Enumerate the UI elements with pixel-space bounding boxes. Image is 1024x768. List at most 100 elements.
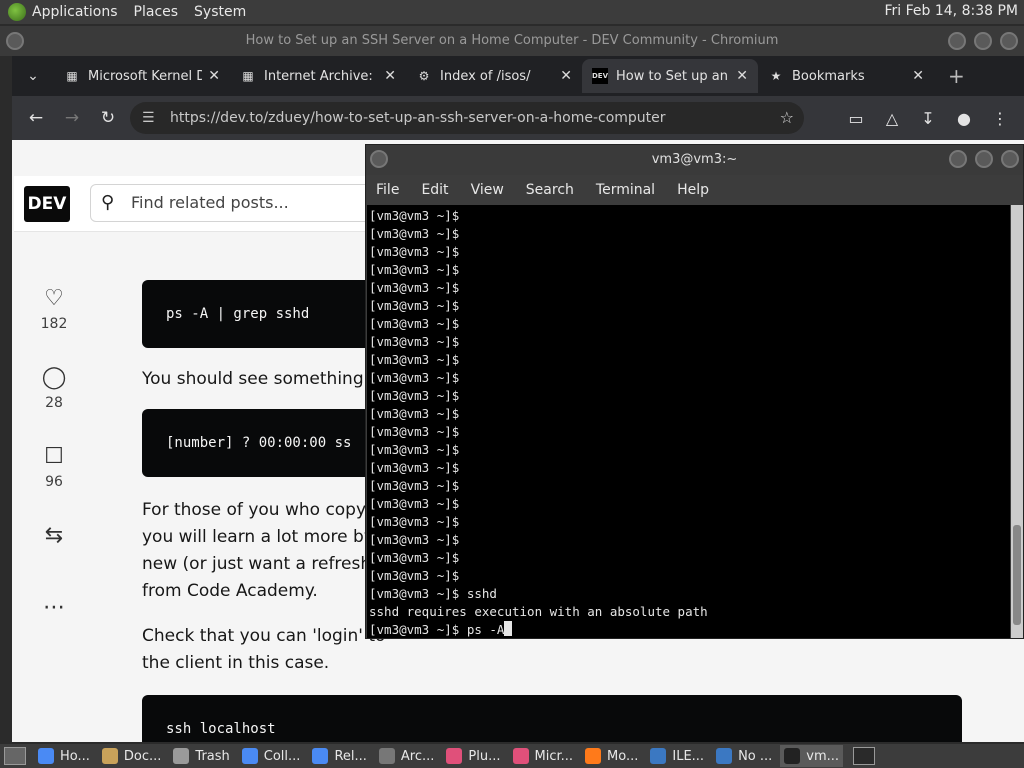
close-tab-icon[interactable]: ✕: [208, 68, 220, 84]
bottom-taskbar: Ho... Doc... Trash Coll... Rel... Arc... Plu..…: [0, 744, 1024, 768]
distro-logo-icon[interactable]: [8, 3, 26, 21]
more-actions-button[interactable]: ⋯: [34, 595, 74, 674]
bookmark-icon: ☐: [44, 444, 64, 469]
app-icon: [512, 748, 529, 764]
taskbar-item[interactable]: ILE...: [646, 745, 708, 767]
terminal-line: [vm3@vm3 ~]$: [369, 208, 460, 223]
taskbar-item-label: Doc...: [123, 748, 162, 764]
close-tab-icon[interactable]: ✕: [736, 68, 748, 84]
terminal-output[interactable]: [vm3@vm3 ~]$ [vm3@vm3 ~]$ [vm3@vm3 ~]$ [vm3…: [367, 205, 1010, 638]
code-block: ssh localhost: [142, 695, 962, 742]
terminal-line: [vm3@vm3 ~]$: [369, 280, 460, 295]
taskbar-item-label: Coll...: [263, 748, 301, 764]
system-menu[interactable]: System: [194, 4, 246, 20]
top-panel: Applications Places System Fri Feb 14, 8…: [0, 0, 1024, 24]
taskbar-item[interactable]: Trash: [169, 745, 233, 767]
taskbar-item[interactable]: No ...: [712, 745, 776, 767]
tab-how-to-set-up[interactable]: DEV How to Set up an ✕: [582, 59, 758, 93]
terminal-line: [vm3@vm3 ~]$: [369, 478, 460, 493]
tab-label: How to Set up an: [616, 68, 728, 84]
places-menu[interactable]: Places: [134, 4, 179, 20]
terminal-title: vm3@vm3:~: [651, 152, 738, 167]
taskbar-item-label: ILE...: [672, 748, 705, 764]
terminal-line: [vm3@vm3 ~]$: [369, 568, 460, 583]
tab-bookmarks[interactable]: ★ Bookmarks ✕: [758, 59, 934, 93]
tab-index-isos[interactable]: ⚙ Index of /isos/ ✕: [406, 59, 582, 93]
terminal-minimize-button[interactable]: [949, 150, 967, 168]
terminal-menu-button[interactable]: [370, 150, 388, 168]
archive-icon: ▦: [242, 69, 254, 83]
app-icon: [378, 748, 395, 764]
browser-toolbar: ← → ↻ ☰ https://dev.to/zduey/how-to-set-…: [12, 96, 1024, 140]
app-icon: [650, 748, 667, 764]
labs-flask-icon[interactable]: △: [874, 109, 910, 128]
bookmark-star-icon[interactable]: ☆: [780, 102, 794, 134]
terminal-maximize-button[interactable]: [975, 150, 993, 168]
taskbar-item-label: No ...: [738, 748, 773, 764]
url-text: https://dev.to/zduey/how-to-set-up-an-ss…: [170, 110, 666, 126]
terminal-input-text: [vm3@vm3 ~]$ ps -A: [369, 622, 505, 637]
menu-edit[interactable]: Edit: [421, 182, 448, 198]
close-tab-icon[interactable]: ✕: [912, 68, 924, 84]
close-window-button[interactable]: [1000, 32, 1018, 50]
forward-arrow-icon[interactable]: →: [54, 108, 90, 128]
terminal-line: [vm3@vm3 ~]$: [369, 442, 460, 457]
menu-view[interactable]: View: [471, 182, 504, 198]
applications-menu[interactable]: Applications: [32, 4, 118, 20]
terminal-line: [vm3@vm3 ~]$: [369, 262, 460, 277]
scrollbar-thumb[interactable]: [1013, 525, 1021, 625]
clock[interactable]: Fri Feb 14, 8:38 PM: [885, 3, 1019, 19]
back-arrow-icon[interactable]: ←: [18, 108, 54, 128]
comment-button[interactable]: ◯ 28: [34, 365, 74, 444]
maximize-button[interactable]: [974, 32, 992, 50]
menu-terminal[interactable]: Terminal: [596, 182, 655, 198]
taskbar-item[interactable]: vm...: [780, 745, 844, 767]
taskbar-item[interactable]: Arc...: [375, 745, 439, 767]
like-count: 182: [40, 316, 68, 332]
tab-microsoft-kernel[interactable]: ▦ Microsoft Kernel D ✕: [54, 59, 230, 93]
workspace-switcher[interactable]: [853, 747, 876, 765]
more-menu-icon[interactable]: ⋮: [982, 109, 1018, 128]
taskbar-item-label: vm...: [806, 748, 840, 764]
tab-search-chevron-icon[interactable]: ⌄: [12, 68, 54, 84]
close-tab-icon[interactable]: ✕: [384, 68, 396, 84]
taskbar-item[interactable]: Plu...: [442, 745, 504, 767]
menu-help[interactable]: Help: [677, 182, 709, 198]
taskbar-item-label: Mo...: [607, 748, 639, 764]
terminal-current-line: [vm3@vm3 ~]$ ps -A: [369, 621, 1010, 638]
profile-avatar-icon[interactable]: ●: [946, 109, 982, 128]
like-button[interactable]: ♡ 182: [34, 286, 74, 365]
terminal-close-button[interactable]: [1001, 150, 1019, 168]
app-icon: [241, 748, 258, 764]
taskbar-item[interactable]: Coll...: [238, 745, 305, 767]
taskbar-item[interactable]: Ho...: [34, 745, 94, 767]
taskbar-item[interactable]: Doc...: [98, 745, 166, 767]
tab-label: Internet Archive: D: [264, 68, 379, 84]
menu-file[interactable]: File: [376, 182, 399, 198]
minimize-button[interactable]: [948, 32, 966, 50]
tab-internet-archive[interactable]: ▦ Internet Archive: D ✕: [230, 59, 406, 93]
taskbar-item-label: Trash: [195, 748, 230, 764]
new-tab-plus-icon[interactable]: +: [948, 64, 965, 88]
terminal-scrollbar[interactable]: [1011, 205, 1023, 638]
ellipsis-icon: ⋯: [43, 595, 65, 620]
taskbar-item[interactable]: Micr...: [509, 745, 578, 767]
share-button[interactable]: ⇆: [34, 523, 74, 595]
dev-logo[interactable]: DEV: [24, 186, 70, 222]
browser-title-bar: How to Set up an SSH Server on a Home Co…: [0, 26, 1024, 56]
reload-icon[interactable]: ↻: [90, 108, 126, 128]
app-icon: [312, 748, 329, 764]
taskbar-item-label: Micr...: [534, 748, 574, 764]
show-desktop-button[interactable]: [4, 747, 26, 765]
menu-search[interactable]: Search: [526, 182, 574, 198]
search-icon: ⚲: [101, 192, 115, 213]
extensions-icon[interactable]: ▭: [838, 109, 874, 128]
close-tab-icon[interactable]: ✕: [560, 68, 572, 84]
save-button[interactable]: ☐ 96: [34, 444, 74, 523]
address-bar[interactable]: ☰ https://dev.to/zduey/how-to-set-up-an-…: [130, 102, 804, 134]
download-icon[interactable]: ↧: [910, 109, 946, 128]
taskbar-item[interactable]: Mo...: [581, 745, 642, 767]
window-menu-button[interactable]: [6, 32, 24, 50]
taskbar-item[interactable]: Rel...: [308, 745, 370, 767]
site-info-icon[interactable]: ☰: [142, 102, 155, 134]
